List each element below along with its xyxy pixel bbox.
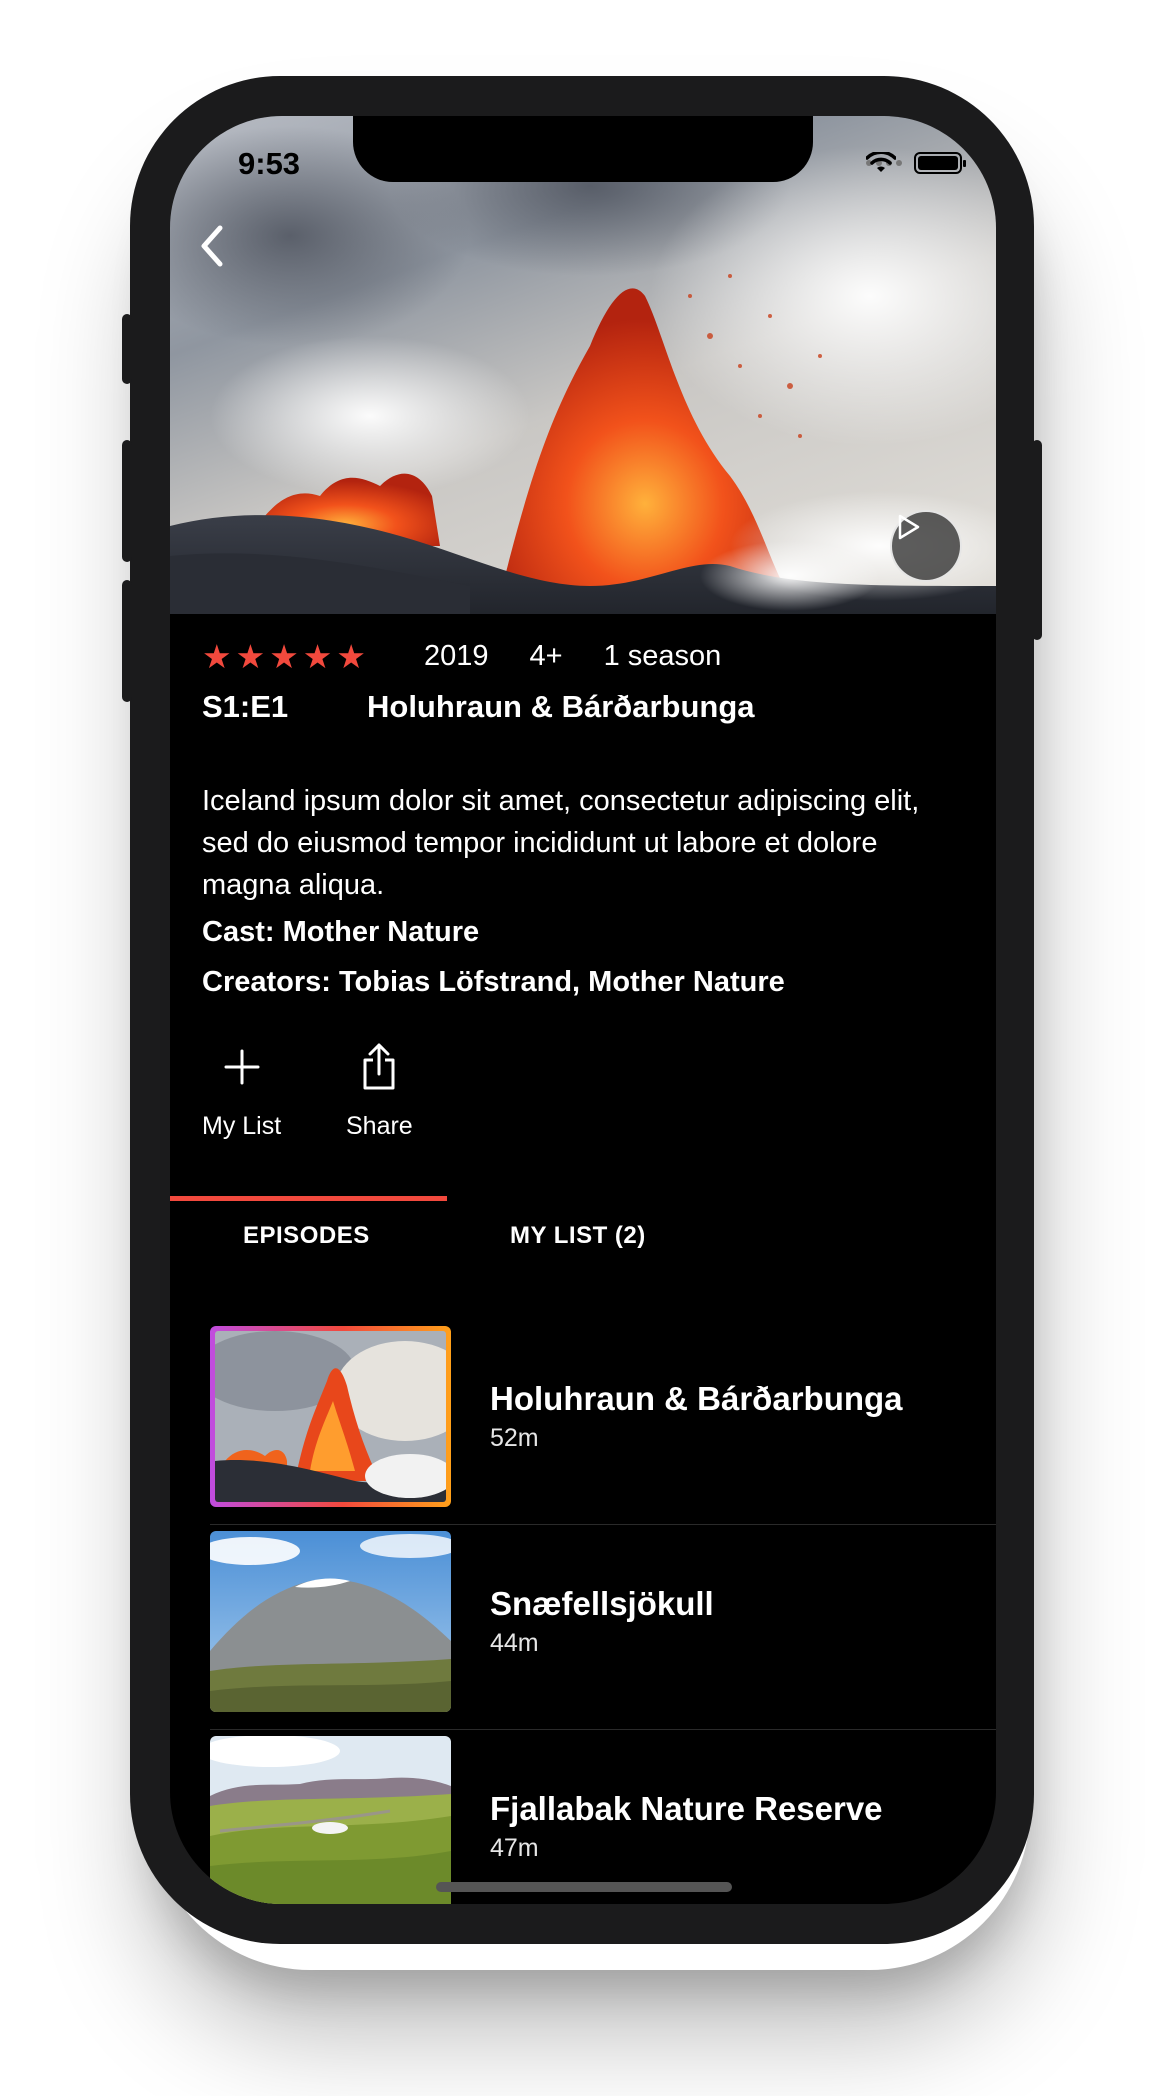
episode-row-title: Fjallabak Nature Reserve — [490, 1790, 883, 1827]
star-icon: ★ — [336, 637, 366, 675]
battery-icon — [914, 152, 966, 174]
star-icon: ★ — [202, 637, 232, 675]
episode-row[interactable]: Snæfellsjökull 44m — [170, 1525, 996, 1730]
silent-switch — [122, 314, 132, 384]
release-year: 2019 — [423, 639, 489, 672]
episode-thumbnail — [210, 1326, 451, 1507]
hero-image: 9:53 — [170, 116, 996, 614]
valley-thumbnail-image — [210, 1736, 451, 1904]
episode-row-title: Snæfellsjökull — [490, 1585, 714, 1622]
play-icon — [898, 514, 920, 540]
my-list-button[interactable]: My List — [202, 1036, 281, 1141]
volcano-thumbnail-image — [215, 1331, 446, 1502]
episode-row-title: Holuhraun & Bárðarbunga — [490, 1380, 903, 1417]
tab-my-list[interactable]: MY LIST (2) — [510, 1222, 646, 1250]
creators-line: Creators: Tobias Löfstrand, Mother Natur… — [202, 966, 785, 998]
episode-row[interactable]: Holuhraun & Bárðarbunga 52m — [170, 1320, 996, 1525]
power-button — [1032, 440, 1042, 640]
episode-code: S1:E1 — [202, 689, 289, 724]
season-count: 1 season — [603, 639, 722, 672]
show-meta: ★ ★ ★ ★ ★ 2019 4+ 1 season — [202, 634, 762, 678]
episode-row[interactable]: Fjallabak Nature Reserve 47m — [170, 1730, 996, 1904]
rating-stars: ★ ★ ★ ★ ★ — [202, 640, 366, 673]
episode-row-duration: 47m — [490, 1834, 539, 1862]
episode-row-duration: 44m — [490, 1629, 539, 1657]
status-icons — [866, 152, 966, 174]
tab-episodes[interactable]: EPISODES — [243, 1222, 370, 1250]
episode-title: Holuhraun & Bárðarbunga — [367, 689, 755, 724]
episode-thumbnail — [210, 1736, 451, 1904]
episode-row-duration: 52m — [490, 1424, 539, 1452]
my-list-label: My List — [202, 1112, 282, 1140]
device-notch — [353, 116, 813, 182]
back-button[interactable] — [192, 216, 232, 276]
chevron-left-icon — [201, 225, 223, 267]
app-screen: 9:53 ★ ★ ★ ★ ★ 2019 4+ 1 season S1:E1 Ho… — [170, 116, 996, 1904]
tab-active-indicator — [170, 1196, 447, 1201]
play-button[interactable] — [890, 510, 962, 582]
mountain-thumbnail-image — [210, 1531, 451, 1712]
episode-description: Iceland ipsum dolor sit amet, consectetu… — [202, 785, 920, 901]
episode-thumbnail — [210, 1531, 451, 1712]
star-icon: ★ — [235, 637, 266, 675]
share-button[interactable]: Share — [346, 1036, 413, 1141]
volume-up-button — [122, 440, 132, 562]
home-indicator[interactable] — [436, 1882, 732, 1892]
star-icon: ★ — [269, 637, 299, 675]
age-rating: 4+ — [529, 639, 563, 672]
status-time: 9:53 — [238, 146, 301, 181]
current-episode: S1:E1 Holuhraun & Bárðarbunga — [202, 689, 755, 725]
wifi-icon — [866, 152, 896, 172]
volume-down-button — [122, 580, 132, 702]
plus-icon — [224, 1049, 260, 1085]
volcano-illustration — [170, 116, 996, 614]
star-icon: ★ — [302, 637, 333, 675]
share-icon — [363, 1043, 395, 1090]
cast-line: Cast: Mother Nature — [202, 916, 480, 948]
share-label: Share — [346, 1112, 413, 1140]
